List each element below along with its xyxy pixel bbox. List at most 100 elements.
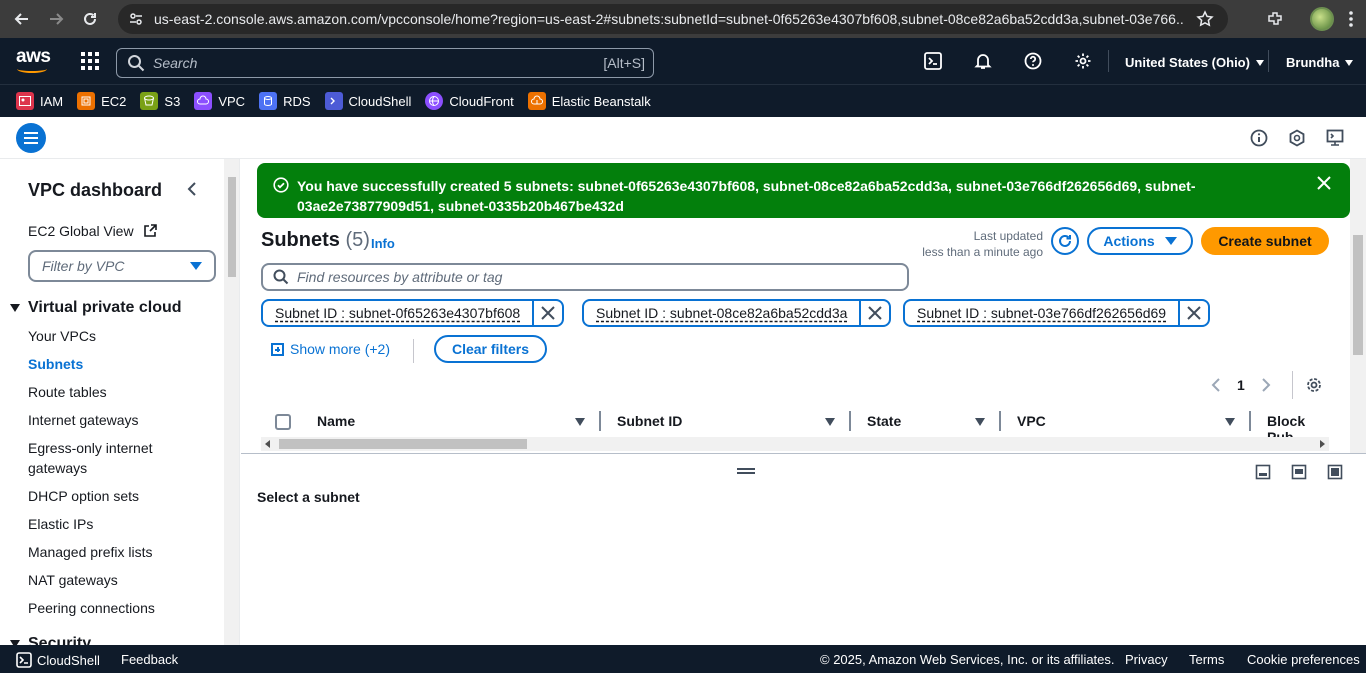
filter-token-label[interactable]: Subnet ID : subnet-03e766df262656d69 [905,301,1181,325]
current-page-number[interactable]: 1 [1237,377,1245,393]
clear-filters-button[interactable]: Clear filters [434,335,547,363]
cloudshell-icon[interactable] [924,52,942,70]
scroll-right-arrow-icon[interactable] [1320,440,1325,448]
account-menu[interactable]: Brundha [1286,55,1354,70]
console-footer: CloudShell Feedback © 2025, Amazon Web S… [0,645,1366,673]
address-bar[interactable]: us-east-2.console.aws.amazon.com/vpccons… [118,4,1228,34]
sidebar-section-security[interactable]: Security [10,635,91,645]
info-panel-icon[interactable] [1250,129,1268,147]
sidebar-item-internet-gateways[interactable]: Internet gateways [28,412,139,428]
sidebar-item-ec2-global-view[interactable]: EC2 Global View [28,223,158,241]
column-header-state[interactable]: State [867,413,901,429]
previous-page-icon[interactable] [1211,377,1221,393]
resize-handle-icon[interactable] [737,468,755,474]
help-icon[interactable] [1024,52,1042,70]
favorite-elastic-beanstalk[interactable]: Elastic Beanstalk [527,92,651,110]
services-grid-icon[interactable] [80,51,100,71]
notifications-bell-icon[interactable] [974,52,992,70]
table-horizontal-scrollbar[interactable] [261,437,1329,451]
sort-caret-icon[interactable] [825,418,835,426]
sidebar-item-egress-only-internet-gateways[interactable]: Egress-only internet [28,440,153,456]
bookmark-star-icon[interactable] [1196,10,1214,28]
footer-privacy-link[interactable]: Privacy [1125,652,1168,667]
sidebar-item-route-tables[interactable]: Route tables [28,384,107,400]
sort-caret-icon[interactable] [575,418,585,426]
sidebar-item-subnets[interactable]: Subnets [28,356,83,372]
main-scrollbar-thumb[interactable] [1353,235,1363,355]
amazon-q-icon[interactable] [1288,129,1306,147]
remove-filter-close-icon[interactable] [861,306,889,320]
collapse-sidebar-icon[interactable] [186,181,198,197]
remove-filter-close-icon[interactable] [1180,306,1208,320]
column-header-vpc[interactable]: VPC [1017,413,1046,429]
favorite-cloudshell[interactable]: CloudShell [324,92,411,110]
filter-token-label[interactable]: Subnet ID : subnet-08ce82a6ba52cdd3a [584,301,862,325]
favorite-s3[interactable]: S3 [140,92,180,110]
caret-down-icon [1164,237,1177,245]
column-header-name[interactable]: Name [317,413,355,429]
info-link[interactable]: Info [371,236,395,251]
sidebar-item-peering-connections[interactable]: Peering connections [28,600,155,616]
sidebar-section-virtual-private-cloud[interactable]: Virtual private cloud [10,299,182,317]
favorite-cloudfront[interactable]: CloudFront [425,92,514,110]
actions-dropdown-button[interactable]: Actions [1087,227,1193,255]
sidebar-item-your-vpcs[interactable]: Your VPCs [28,328,96,344]
refresh-button[interactable] [1051,227,1079,255]
account-name: Brundha [1286,55,1340,70]
remove-filter-close-icon[interactable] [534,306,562,320]
region-selector[interactable]: United States (Ohio) [1125,55,1264,70]
sidebar-item-dhcp-option-sets[interactable]: DHCP option sets [28,488,139,504]
favorite-iam[interactable]: IAM [16,92,63,110]
select-all-checkbox[interactable] [275,414,291,430]
side-navigation-toggle[interactable] [16,123,46,153]
favorite-rds[interactable]: RDS [259,92,311,110]
panel-bottom-icon[interactable] [1255,464,1271,480]
search-placeholder: Search [153,55,198,71]
favorite-vpc[interactable]: VPC [194,92,245,110]
footer-terms-link[interactable]: Terms [1189,652,1224,667]
sidebar-item-managed-prefix-lists[interactable]: Managed prefix lists [28,544,153,560]
sidebar-item-elastic-ips[interactable]: Elastic IPs [28,516,93,532]
page-title: Subnets (5) [261,229,370,252]
favorite-label: CloudFront [449,93,514,109]
scroll-left-arrow-icon[interactable] [265,440,270,448]
forward-icon[interactable] [44,7,68,31]
sort-caret-icon[interactable] [975,418,985,426]
sidebar-item-egress-only-internet-gateways-line2[interactable]: gateways [28,460,87,476]
global-search-input[interactable]: Search [Alt+S] [116,48,654,78]
reload-icon[interactable] [78,7,102,31]
sort-caret-icon[interactable] [1225,418,1235,426]
filter-token[interactable]: Subnet ID : subnet-0f65263e4307bf608 [261,299,565,327]
create-subnet-button[interactable]: Create subnet [1201,227,1329,255]
footer-cloudshell-button[interactable]: CloudShell [16,652,100,668]
property-filter-input[interactable]: Find resources by attribute or tag [261,263,909,291]
table-preferences-gear-icon[interactable] [1305,376,1323,394]
site-info-icon[interactable] [128,11,144,27]
sidebar-item-nat-gateways[interactable]: NAT gateways [28,572,118,588]
footer-feedback-link[interactable]: Feedback [121,652,178,667]
settings-gear-icon[interactable] [1074,52,1092,70]
filter-token[interactable]: Subnet ID : subnet-08ce82a6ba52cdd3a [582,299,892,327]
browser-menu-icon[interactable] [1348,10,1354,28]
dismiss-close-icon[interactable] [1316,175,1332,191]
panel-side-icon[interactable] [1291,464,1307,480]
show-more-label: Show more (+2) [290,341,390,357]
back-icon[interactable] [10,7,34,31]
footer-cookie-preferences-link[interactable]: Cookie preferences [1247,652,1360,667]
panel-full-icon[interactable] [1327,464,1343,480]
sidebar-title[interactable]: VPC dashboard [28,180,162,201]
profile-avatar[interactable] [1310,7,1334,31]
favorite-ec2[interactable]: EC2 [77,92,126,110]
sidebar-scrollbar-thumb[interactable] [228,177,236,277]
extensions-icon[interactable] [1266,10,1284,28]
column-header-subnet-id[interactable]: Subnet ID [617,413,682,429]
feedback-panel-icon[interactable] [1326,129,1344,147]
filter-token-label[interactable]: Subnet ID : subnet-0f65263e4307bf608 [263,301,535,325]
filter-token[interactable]: Subnet ID : subnet-03e766df262656d69 [903,299,1211,327]
show-more-filters-link[interactable]: Show more (+2) [271,341,390,357]
horizontal-scrollbar-thumb[interactable] [279,439,527,449]
cloudfront-icon [425,92,444,110]
aws-logo[interactable]: aws [16,46,51,73]
vpc-filter-select[interactable]: Filter by VPC [28,250,216,282]
next-page-icon[interactable] [1261,377,1271,393]
